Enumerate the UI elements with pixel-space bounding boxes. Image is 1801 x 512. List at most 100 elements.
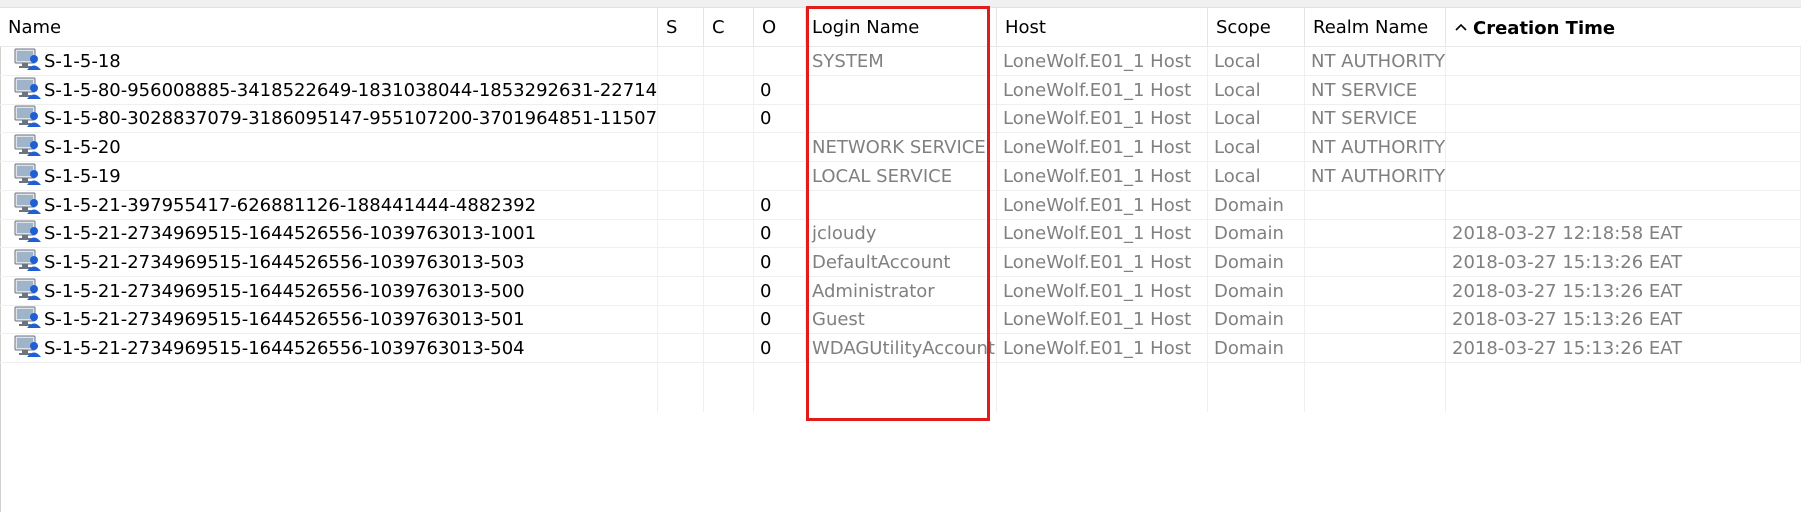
cell-login-name-text: SYSTEM [812,51,884,72]
table-header: Name S C O Login Name Host Scope Realm N… [0,8,1801,47]
cell-creation-time: 2018-03-27 15:13:26 EAT [1446,276,1801,305]
cell-realm-name: NT SERVICE [1305,104,1446,133]
cell-login-name-text: Guest [812,309,865,331]
cell-scope-text: Local [1214,79,1261,101]
table-row[interactable]: S-1-5-18 SYSTEM LoneWolf.E01_1 Host Local NT… [0,47,1801,76]
cell-creation-time-text: 2018-03-27 15:13:26 EAT [1452,338,1683,359]
cell-login-name: jcloudy [806,219,997,248]
cell-login-name-text: WDAGUtilityAccount [812,338,995,359]
cell-name-text: S-1-5-21-397955417-626881126-188441444-4… [44,194,537,216]
cell-o-text: 0 [760,79,772,101]
table-row[interactable]: S-1-5-21-2734969515-1644526556-103976301… [0,247,1801,277]
cell-host: LoneWolf.E01_1 Host [997,75,1208,104]
user-account-icon [14,191,42,215]
cell-realm-name [1305,190,1446,219]
cell-o-text: 0 [760,338,772,359]
table-row[interactable]: S-1-5-80-956008885-3418522649-1831038044… [0,75,1801,105]
cell-realm-name-text: NT AUTHORITY [1311,137,1446,159]
cell-name: S-1-5-18 [0,47,658,75]
os-accounts-table: Name S C O Login Name Host Scope Realm N… [0,0,1801,512]
cell-host: LoneWolf.E01_1 Host [997,305,1208,334]
table-row[interactable]: S-1-5-21-2734969515-1644526556-103976301… [0,305,1801,335]
cell-name-text: S-1-5-19 [44,165,121,187]
cell-name-text: S-1-5-21-2734969515-1644526556-103976301… [44,338,525,359]
column-header-creation-time[interactable]: Creation Time [1446,8,1801,46]
cell-name: S-1-5-21-2734969515-1644526556-103976301… [0,247,658,276]
cell-creation-time-text: 2018-03-27 12:18:58 EAT [1452,223,1683,245]
cell-s [658,161,704,190]
user-account-icon [14,277,42,301]
cell-login-name: Administrator [806,276,997,305]
table-row[interactable]: S-1-5-21-2734969515-1644526556-103976301… [0,276,1801,306]
cell-realm-name [1305,247,1446,276]
cell-o: 0 [754,104,806,133]
cell-s [658,104,704,133]
cell-c [704,219,754,248]
cell-creation-time-text: 2018-03-27 15:13:26 EAT [1452,309,1683,331]
column-header-c[interactable]: C [704,8,754,46]
cell-o-text: 0 [760,194,772,216]
cell-scope: Domain [1208,247,1305,276]
cell-o [754,47,806,75]
column-header-realm-name[interactable]: Realm Name [1305,8,1446,46]
cell-host-text: LoneWolf.E01_1 Host [1003,251,1192,273]
cell-s [658,276,704,305]
cell-login-name: NETWORK SERVICE [806,133,997,162]
cell-login-name-text: DefaultAccount [812,251,951,273]
user-account-icon [14,305,42,329]
cell-login-name [806,190,997,219]
table-row[interactable]: S-1-5-19 LOCAL SERVICE LoneWolf.E01_1 Host… [0,161,1801,191]
cell-host-text: LoneWolf.E01_1 Host [1003,309,1192,331]
cell-o-text: 0 [760,223,772,245]
cell-host: LoneWolf.E01_1 Host [997,276,1208,305]
cell-host: LoneWolf.E01_1 Host [997,190,1208,219]
column-header-host[interactable]: Host [997,8,1208,46]
cell-scope: Local [1208,47,1305,75]
column-header-name[interactable]: Name [0,8,658,46]
cell-host: LoneWolf.E01_1 Host [997,334,1208,362]
column-header-login-name[interactable]: Login Name [806,8,997,46]
cell-host-text: LoneWolf.E01_1 Host [1003,51,1192,72]
cell-scope: Local [1208,104,1305,133]
column-header-host-label: Host [1005,17,1046,38]
cell-login-name-text: LOCAL SERVICE [812,165,953,187]
cell-creation-time: 2018-03-27 15:13:26 EAT [1446,305,1801,334]
table-row[interactable]: S-1-5-21-2734969515-1644526556-103976301… [0,334,1801,363]
cell-host-text: LoneWolf.E01_1 Host [1003,137,1192,159]
cell-login-name: DefaultAccount [806,247,997,276]
cell-login-name [806,104,997,133]
cell-scope: Local [1208,133,1305,162]
cell-s [658,305,704,334]
cell-creation-time-text: 2018-03-27 15:13:26 EAT [1452,251,1683,273]
cell-scope-text: Local [1214,137,1261,159]
cell-o-text: 0 [760,251,772,273]
table-body: S-1-5-18 SYSTEM LoneWolf.E01_1 Host Local NT… [0,47,1801,512]
cell-o-text: 0 [760,280,772,302]
column-header-o[interactable]: O [754,8,806,46]
column-header-scope[interactable]: Scope [1208,8,1305,46]
cell-login-name: Guest [806,305,997,334]
cell-host: LoneWolf.E01_1 Host [997,219,1208,248]
cell-name-text: S-1-5-21-2734969515-1644526556-103976301… [44,280,525,302]
table-row[interactable]: S-1-5-21-397955417-626881126-188441444-4… [0,190,1801,220]
cell-realm-name: NT SERVICE [1305,75,1446,104]
column-header-s[interactable]: S [658,8,704,46]
cell-scope: Domain [1208,190,1305,219]
column-divider [1207,47,1208,412]
column-divider [1304,47,1305,412]
cell-host: LoneWolf.E01_1 Host [997,133,1208,162]
cell-o-text: 0 [760,108,772,130]
column-divider [1445,47,1446,412]
cell-host: LoneWolf.E01_1 Host [997,104,1208,133]
cell-scope: Domain [1208,219,1305,248]
cell-scope: Domain [1208,276,1305,305]
table-row[interactable]: S-1-5-21-2734969515-1644526556-103976301… [0,219,1801,249]
cell-host: LoneWolf.E01_1 Host [997,47,1208,75]
table-row[interactable]: S-1-5-20 NETWORK SERVICE LoneWolf.E01_1 Ho… [0,133,1801,163]
cell-creation-time [1446,133,1801,162]
cell-login-name-text: NETWORK SERVICE [812,137,986,159]
table-row[interactable]: S-1-5-80-3028837079-3186095147-955107200… [0,104,1801,134]
cell-scope-text: Local [1214,108,1261,130]
cell-host-text: LoneWolf.E01_1 Host [1003,223,1192,245]
cell-name: S-1-5-21-2734969515-1644526556-103976301… [0,305,658,334]
